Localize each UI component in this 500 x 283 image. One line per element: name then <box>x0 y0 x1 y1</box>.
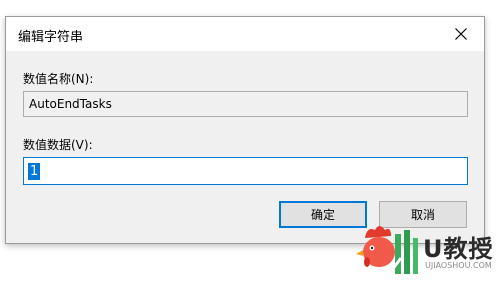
watermark-brand: U教授 <box>423 235 494 263</box>
ok-button[interactable]: 确定 <box>279 201 367 228</box>
watermark-subtext: UJIAOSHOU.COM <box>425 261 492 270</box>
dialog-title: 编辑字符串 <box>18 30 84 45</box>
value-data-selected-text: 1 <box>28 162 41 180</box>
value-name-label: 数值名称(N): <box>23 72 94 86</box>
close-icon <box>455 28 467 40</box>
close-button[interactable] <box>438 17 484 51</box>
value-data-input[interactable]: 1 <box>23 157 468 185</box>
edit-string-dialog: 编辑字符串 数值名称(N): AutoEndTasks 数值数据(V): 1 确… <box>5 16 485 244</box>
watermark: U教授 UJIAOSHOU.COM <box>355 222 500 279</box>
value-name-field: AutoEndTasks <box>23 91 468 117</box>
rooster-logo <box>356 226 418 277</box>
title-bar[interactable]: 编辑字符串 <box>6 17 484 51</box>
value-data-label: 数值数据(V): <box>23 138 93 152</box>
